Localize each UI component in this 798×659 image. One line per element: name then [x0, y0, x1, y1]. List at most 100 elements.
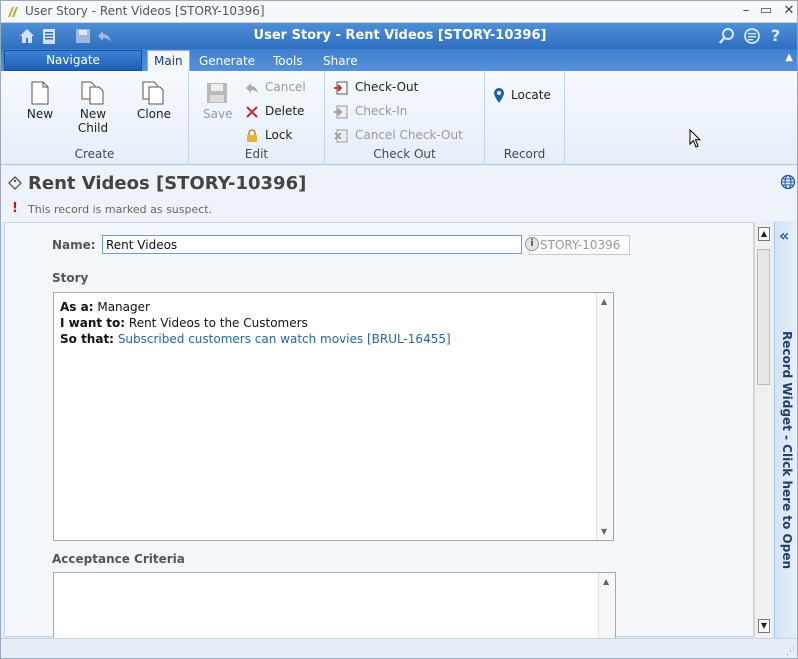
- suspect-message: This record is marked as suspect.: [28, 203, 213, 216]
- form-scroll-thumb[interactable]: [757, 249, 770, 385]
- story-i-want: I want to: Rent Videos to the Customers: [60, 316, 308, 330]
- suspect-warning-icon: !: [12, 201, 18, 216]
- save-label: Save: [203, 107, 233, 121]
- check-in-button[interactable]: Check-In: [333, 102, 407, 120]
- app-title: User Story - Rent Videos [STORY-10396]: [253, 28, 547, 43]
- mouse-cursor-icon: [689, 129, 702, 148]
- name-label: Name:: [52, 238, 96, 252]
- ribbon-group-create: New New Child Clone Create: [1, 71, 189, 165]
- cancel-check-out-icon: [334, 129, 348, 142]
- record-group-title: Record: [503, 147, 546, 161]
- as-a-value: Manager: [97, 300, 150, 314]
- new-label: New: [26, 107, 54, 121]
- name-input[interactable]: [102, 235, 522, 254]
- ribbon: New New Child Clone Create Save Cancel D…: [1, 71, 797, 165]
- tab-share[interactable]: Share: [317, 52, 364, 71]
- so-that-link[interactable]: Subscribed customers can watch movies [B…: [118, 332, 451, 346]
- locate-label: Locate: [511, 88, 551, 102]
- story-editor[interactable]: As a: Manager I want to: Rent Videos to …: [53, 292, 614, 541]
- acceptance-scrollbar[interactable]: ▲: [598, 573, 615, 641]
- clone-label: Clone: [136, 107, 172, 121]
- lock-label: Lock: [265, 128, 293, 142]
- record-id-field: STORY-10396: [529, 235, 630, 255]
- delete-button[interactable]: Delete: [245, 102, 304, 120]
- maximize-button[interactable]: ▭: [757, 3, 775, 18]
- edit-group-title: Edit: [244, 147, 269, 161]
- clone-button[interactable]: Clone: [134, 81, 174, 121]
- ribbon-group-checkout: Check-Out Check-In Cancel Check-Out Chec…: [325, 71, 485, 165]
- story-as-a: As a: Manager: [60, 300, 150, 314]
- record-widget-panel[interactable]: « Record Widget - Click here to Open: [774, 221, 797, 638]
- app-header: User Story - Rent Videos [STORY-10396] ?: [1, 23, 797, 49]
- form-scroll-down-icon[interactable]: ▼: [758, 619, 770, 633]
- i-want-label: I want to:: [60, 316, 126, 330]
- globe-icon[interactable]: [780, 174, 796, 190]
- story-scrollbar[interactable]: ▲ ▼: [596, 293, 613, 540]
- navigate-button[interactable]: Navigate: [4, 50, 142, 71]
- check-out-button[interactable]: Check-Out: [333, 78, 418, 96]
- new-child-icon: [81, 81, 104, 105]
- tab-main[interactable]: Main: [147, 50, 190, 71]
- new-child-button[interactable]: New Child: [63, 81, 123, 135]
- so-that-label: So that:: [60, 332, 114, 346]
- tab-generate[interactable]: Generate: [193, 52, 261, 71]
- lock-button[interactable]: Lock: [245, 126, 292, 144]
- record-title: Rent Videos [STORY-10396]: [28, 173, 307, 194]
- cancel-label: Cancel: [265, 80, 306, 94]
- scroll-up-icon[interactable]: ▲: [601, 297, 607, 306]
- save-button[interactable]: Save: [203, 81, 233, 121]
- form-scroll-up-icon[interactable]: ▲: [758, 227, 770, 241]
- record-widget-label[interactable]: Record Widget - Click here to Open: [780, 331, 794, 569]
- as-a-label: As a:: [60, 300, 94, 314]
- collapse-ribbon-icon[interactable]: ▲: [785, 52, 793, 63]
- new-button[interactable]: New: [25, 81, 55, 121]
- clone-icon: [142, 81, 164, 105]
- i-want-value: Rent Videos to the Customers: [128, 316, 308, 330]
- cancel-button[interactable]: Cancel: [245, 78, 306, 96]
- new-document-icon: [31, 81, 49, 105]
- record-form: Name: STORY-10396 i Story As a: Manager …: [4, 222, 754, 642]
- acceptance-criteria-editor[interactable]: ▲: [53, 572, 616, 642]
- check-out-label: Check-Out: [355, 80, 419, 94]
- app-window: User Story - Rent Videos [STORY-10396] –…: [0, 0, 798, 659]
- info-icon[interactable]: i: [525, 237, 539, 251]
- cancel-undo-icon: [246, 82, 258, 93]
- form-scrollbar[interactable]: ▲ ▼: [754, 223, 772, 637]
- search-icon[interactable]: [717, 26, 737, 46]
- minimize-button[interactable]: –: [737, 3, 755, 18]
- create-group-title: Create: [74, 147, 115, 161]
- cancel-check-out-button[interactable]: Cancel Check-Out: [333, 126, 463, 144]
- close-button[interactable]: ✕: [780, 3, 797, 18]
- check-out-icon: [334, 81, 348, 94]
- record-header: Rent Videos [STORY-10396] ! This record …: [1, 166, 797, 222]
- ribbon-tab-bar: Navigate Main Generate Tools Share ▲: [1, 49, 797, 71]
- acceptance-scroll-up-icon[interactable]: ▲: [603, 577, 609, 586]
- help-icon[interactable]: ?: [766, 26, 786, 46]
- svg-text:?: ?: [771, 26, 780, 45]
- story-label: Story: [52, 271, 89, 285]
- story-so-that: So that: Subscribed customers can watch …: [60, 332, 451, 346]
- map-pin-icon: [494, 87, 504, 103]
- os-title-bar: User Story - Rent Videos [STORY-10396] –…: [1, 1, 797, 23]
- check-in-icon: [334, 105, 348, 118]
- new-child-label: New Child: [77, 107, 109, 135]
- locate-button[interactable]: Locate: [493, 86, 551, 104]
- acceptance-criteria-label: Acceptance Criteria: [52, 552, 185, 566]
- ribbon-group-edit: Save Cancel Delete Lock Edit: [189, 71, 325, 165]
- app-logo-icon: [8, 7, 18, 17]
- delete-label: Delete: [265, 104, 305, 118]
- lock-icon: [247, 128, 257, 142]
- cancel-check-out-label: Cancel Check-Out: [355, 128, 463, 142]
- check-in-label: Check-In: [355, 104, 408, 118]
- scroll-down-icon[interactable]: ▼: [601, 527, 607, 536]
- expand-widget-icon[interactable]: «: [779, 226, 789, 245]
- menu-circle-icon[interactable]: [742, 26, 762, 46]
- delete-x-icon: [246, 105, 258, 118]
- os-window-title: User Story - Rent Videos [STORY-10396]: [25, 4, 265, 18]
- status-bar: ⋰: [1, 638, 797, 658]
- ribbon-group-record: Locate Record: [485, 71, 565, 165]
- tag-icon: [8, 176, 22, 190]
- resize-grip-icon[interactable]: ⋰: [786, 647, 795, 657]
- tab-tools[interactable]: Tools: [267, 52, 309, 71]
- save-disk-icon: [207, 83, 227, 103]
